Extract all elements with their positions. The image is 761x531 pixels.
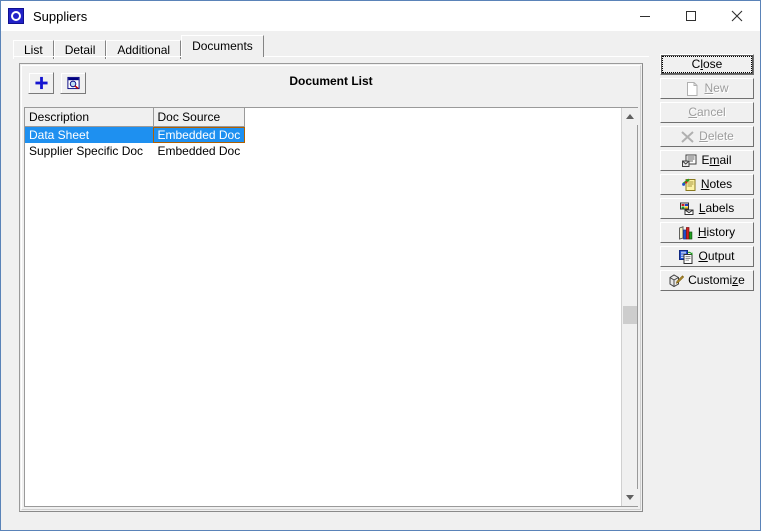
copy-out-icon bbox=[679, 249, 694, 264]
cancel-button-label: Cancel bbox=[688, 105, 726, 119]
close-button[interactable] bbox=[714, 1, 760, 31]
document-grid-body: Description Doc Source Data Sheet Embedd… bbox=[25, 108, 621, 506]
action-sidebar: Close New Cancel Delete Email Notes Labe… bbox=[660, 54, 754, 294]
column-header-description[interactable]: Description bbox=[25, 108, 154, 127]
table-header-row: Description Doc Source bbox=[25, 108, 246, 127]
new-button[interactable]: New bbox=[660, 78, 754, 99]
tab-label: Documents bbox=[192, 39, 253, 53]
output-button-label: Output bbox=[698, 249, 735, 263]
table-row[interactable]: Supplier Specific Doc Embedded Doc bbox=[25, 143, 246, 159]
customize-button[interactable]: Customize bbox=[660, 270, 754, 291]
preview-document-button[interactable] bbox=[60, 72, 86, 94]
scrollbar-thumb[interactable] bbox=[623, 306, 637, 324]
email-button[interactable]: Email bbox=[660, 150, 754, 171]
page-icon bbox=[687, 81, 698, 96]
cell-doc-source[interactable]: Embedded Doc bbox=[153, 126, 246, 143]
tab-label: Detail bbox=[64, 43, 96, 57]
notepad-icon bbox=[681, 178, 696, 191]
delete-button-label: Delete bbox=[699, 129, 734, 143]
documents-panel: Document List Description Doc Source Dat… bbox=[19, 63, 643, 512]
tab-label: Additional bbox=[117, 43, 171, 57]
table-body: Data Sheet Embedded Doc Supplier Specifi… bbox=[25, 126, 246, 159]
document-search-icon bbox=[66, 76, 80, 90]
x-mark-icon bbox=[681, 130, 694, 143]
cell-description[interactable]: Supplier Specific Doc bbox=[25, 143, 154, 159]
labels-button[interactable]: Labels bbox=[660, 198, 754, 219]
notes-button[interactable]: Notes bbox=[660, 174, 754, 195]
window-controls bbox=[622, 1, 760, 31]
chevron-down-icon bbox=[626, 495, 634, 500]
labels-button-label: Labels bbox=[698, 201, 735, 215]
close-icon bbox=[731, 10, 743, 22]
window-title: Suppliers bbox=[33, 8, 88, 24]
envelope-icon bbox=[682, 154, 697, 167]
minimize-icon bbox=[640, 16, 650, 17]
email-button-label: Email bbox=[701, 153, 732, 167]
document-grid: Description Doc Source Data Sheet Embedd… bbox=[24, 107, 638, 507]
suppliers-window: Suppliers List Detail Additional Documen… bbox=[0, 0, 761, 531]
new-button-label: New bbox=[704, 81, 729, 95]
column-header-doc-source[interactable]: Doc Source bbox=[153, 108, 246, 127]
notes-button-label: Notes bbox=[700, 177, 733, 191]
bar-chart-icon bbox=[678, 225, 693, 240]
tab-underline bbox=[13, 56, 649, 57]
customize-button-label: Customize bbox=[688, 273, 745, 287]
maximize-button[interactable] bbox=[668, 1, 714, 31]
scroll-down-button[interactable] bbox=[622, 489, 638, 506]
table-row[interactable]: Data Sheet Embedded Doc bbox=[25, 126, 246, 143]
delete-button[interactable]: Delete bbox=[660, 126, 754, 147]
document-toolbar bbox=[22, 66, 640, 100]
scroll-up-button[interactable] bbox=[622, 108, 638, 125]
close-button-action[interactable]: Close bbox=[660, 54, 754, 75]
tab-documents[interactable]: Documents bbox=[181, 35, 264, 57]
maximize-icon bbox=[686, 11, 696, 21]
app-icon bbox=[8, 8, 24, 24]
output-button[interactable]: Output bbox=[660, 246, 754, 267]
plus-icon bbox=[34, 76, 48, 90]
grid-vertical-scrollbar[interactable] bbox=[621, 108, 638, 506]
title-bar: Suppliers bbox=[1, 1, 760, 31]
cube-pen-icon bbox=[669, 273, 685, 287]
labels-icon bbox=[679, 202, 694, 215]
table-header: Description Doc Source bbox=[25, 108, 246, 127]
close-button-label: Close bbox=[691, 57, 723, 71]
add-document-button[interactable] bbox=[28, 72, 54, 94]
document-table: Description Doc Source Data Sheet Embedd… bbox=[25, 108, 246, 159]
tab-strip: List Detail Additional Documents bbox=[13, 35, 264, 59]
documents-panel-inner: Document List Description Doc Source Dat… bbox=[21, 65, 641, 510]
cell-doc-source[interactable]: Embedded Doc bbox=[153, 143, 246, 159]
tab-label: List bbox=[24, 43, 43, 57]
history-button-label: History bbox=[697, 225, 736, 239]
cell-description[interactable]: Data Sheet bbox=[25, 126, 154, 143]
chevron-up-icon bbox=[626, 114, 634, 119]
history-button[interactable]: History bbox=[660, 222, 754, 243]
cancel-button[interactable]: Cancel bbox=[660, 102, 754, 123]
minimize-button[interactable] bbox=[622, 1, 668, 31]
